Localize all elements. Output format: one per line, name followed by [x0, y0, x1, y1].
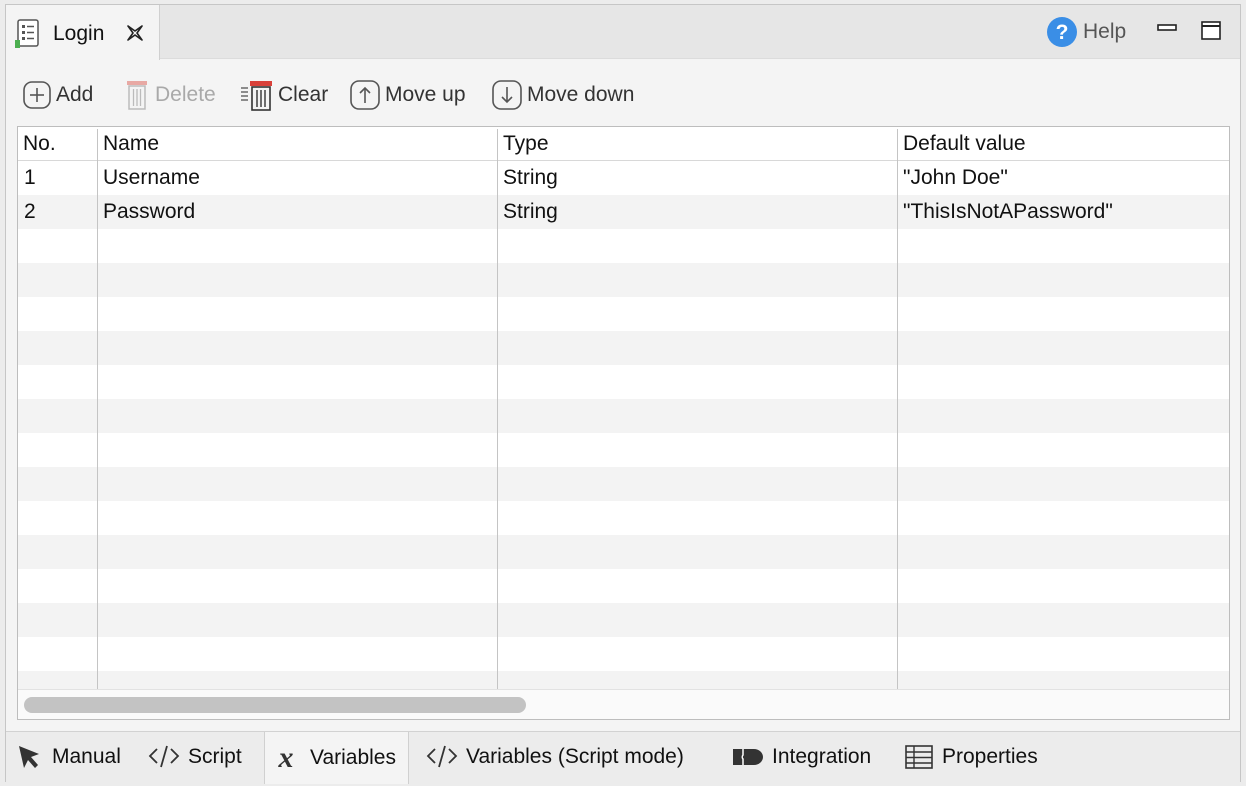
clear-icon	[241, 81, 272, 111]
editor-window: Login ? Help Add Delete Clear Move up Mo…	[5, 4, 1241, 784]
variables-table: No. Name Type Default value 1 Username S…	[17, 126, 1230, 720]
cell-default-value: "John Doe"	[903, 166, 1008, 189]
tab-integration[interactable]: Integration	[732, 732, 871, 782]
table-body: 1 Username String "John Doe" 2 Password …	[18, 161, 1229, 689]
tab-properties[interactable]: Properties	[904, 732, 1038, 782]
cell-no: 2	[24, 200, 36, 223]
add-label: Add	[56, 83, 94, 106]
column-header-type[interactable]: Type	[498, 127, 549, 161]
add-button[interactable]: Add	[22, 77, 93, 113]
cell-type: String	[503, 166, 558, 189]
empty-row	[18, 569, 1229, 603]
code-icon	[426, 745, 458, 768]
column-divider	[497, 129, 498, 689]
help-label: Help	[1083, 20, 1127, 43]
tab-manual-label: Manual	[52, 745, 121, 768]
help-icon: ?	[1047, 17, 1077, 47]
horizontal-scrollbar-thumb[interactable]	[24, 697, 526, 713]
move-down-button[interactable]: Move down	[491, 77, 634, 113]
code-icon	[148, 745, 180, 768]
editor-tab-title: Login	[53, 22, 105, 45]
minimize-icon[interactable]	[1156, 19, 1178, 41]
column-header-name[interactable]: Name	[98, 127, 159, 161]
table-row[interactable]: 1 Username String "John Doe"	[18, 161, 1229, 195]
move-up-label: Move up	[385, 83, 466, 106]
empty-row	[18, 501, 1229, 535]
cursor-arrow-icon	[19, 746, 39, 768]
column-divider	[97, 129, 98, 689]
table-header: No. Name Type Default value	[18, 127, 1229, 161]
variable-x-icon: x	[278, 744, 294, 772]
trash-icon	[127, 81, 147, 110]
tab-script[interactable]: Script	[148, 732, 242, 782]
empty-row	[18, 603, 1229, 637]
empty-row	[18, 365, 1229, 399]
column-header-no[interactable]: No.	[18, 127, 56, 161]
clear-label: Clear	[278, 83, 329, 106]
tab-variables-label: Variables	[310, 746, 396, 769]
empty-row	[18, 671, 1229, 689]
variables-list-icon	[15, 19, 39, 48]
tab-variables-script-mode[interactable]: Variables (Script mode)	[426, 732, 684, 782]
table-grid-icon	[905, 745, 933, 769]
move-up-button[interactable]: Move up	[349, 77, 466, 113]
maximize-icon[interactable]	[1200, 19, 1222, 41]
empty-row	[18, 331, 1229, 365]
tab-script-label: Script	[188, 745, 242, 768]
editor-tab-strip: Login ? Help	[6, 5, 1240, 60]
editor-mode-tabs: Manual Script x Variables Variables (Scr…	[6, 731, 1240, 784]
cell-no: 1	[24, 166, 36, 189]
tab-variables[interactable]: x Variables	[264, 732, 409, 784]
empty-row	[18, 297, 1229, 331]
delete-button[interactable]: Delete	[123, 77, 216, 113]
table-row[interactable]: 2 Password String "ThisIsNotAPassword"	[18, 195, 1229, 229]
tab-properties-label: Properties	[942, 745, 1038, 768]
delete-label: Delete	[155, 83, 216, 106]
tab-variables-script-mode-label: Variables (Script mode)	[466, 745, 684, 768]
svg-text:?: ?	[1056, 21, 1069, 44]
arrow-up-icon	[350, 80, 380, 110]
empty-row	[18, 467, 1229, 501]
close-icon[interactable]	[124, 22, 146, 44]
help-button[interactable]: ? Help	[1046, 16, 1126, 48]
cell-default-value: "ThisIsNotAPassword"	[903, 200, 1113, 223]
column-header-default-value[interactable]: Default value	[898, 127, 1026, 161]
empty-row	[18, 229, 1229, 263]
tab-manual[interactable]: Manual	[16, 732, 121, 782]
tab-integration-label: Integration	[772, 745, 872, 768]
cell-name: Username	[103, 166, 200, 189]
cell-type: String	[503, 200, 558, 223]
add-icon	[23, 81, 51, 109]
horizontal-scrollbar[interactable]	[18, 689, 1229, 719]
svg-text:x: x	[278, 744, 294, 772]
move-down-label: Move down	[527, 83, 635, 106]
empty-row	[18, 637, 1229, 671]
cell-name: Password	[103, 200, 196, 223]
integration-icon	[733, 749, 763, 765]
empty-row	[18, 399, 1229, 433]
arrow-down-icon	[492, 80, 522, 110]
empty-row	[18, 535, 1229, 569]
column-divider	[897, 129, 898, 689]
editor-tab-login[interactable]: Login	[6, 5, 160, 60]
empty-row	[18, 433, 1229, 467]
empty-row	[18, 263, 1229, 297]
clear-button[interactable]: Clear	[240, 77, 328, 113]
